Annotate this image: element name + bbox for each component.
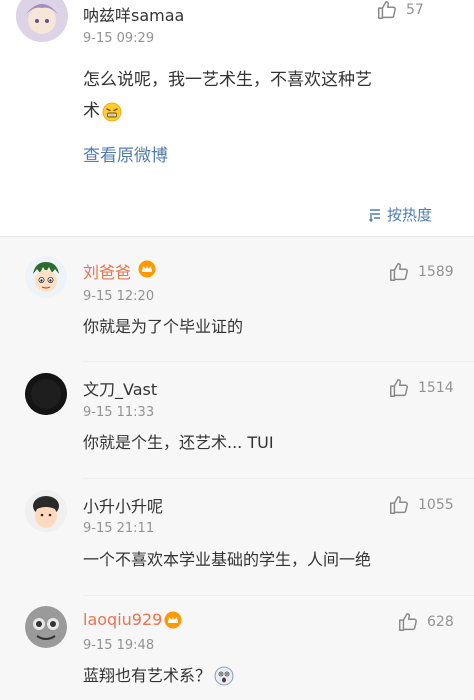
comment-text: 怎么说呢，我一艺术生，不喜欢这种艺 术	[83, 65, 473, 127]
sort-label: 按热度	[387, 206, 433, 224]
timestamp: 9-15 19:48	[83, 638, 155, 653]
avatar[interactable]	[25, 373, 67, 415]
divider	[83, 595, 474, 596]
divider	[83, 361, 474, 362]
timestamp: 9-15 21:11	[83, 521, 155, 536]
avatar[interactable]	[25, 490, 67, 532]
thumbs-up-icon	[390, 263, 408, 281]
avatar[interactable]	[16, 0, 68, 42]
thumbs-up-icon	[390, 379, 408, 397]
view-original-link[interactable]: 查看原微博	[83, 141, 168, 166]
comment-text-line-2: 术	[83, 101, 100, 121]
vip-crown-icon	[138, 260, 156, 278]
comment-text-body: 蓝翔也有艺术系？	[83, 666, 212, 685]
like-count: 628	[427, 614, 454, 630]
username[interactable]: 文刀_Vast	[83, 376, 157, 400]
sort-by-heat-button[interactable]: 按热度	[368, 204, 432, 225]
comment-text: 一个不喜欢本学业基础的学生，人间一绝	[83, 550, 372, 569]
divider	[83, 478, 474, 479]
like-count: 1514	[418, 380, 454, 396]
like-button[interactable]: 1055	[388, 494, 454, 516]
timestamp: 9-15 12:20	[83, 289, 155, 304]
comment-text: 蓝翔也有艺术系？	[83, 660, 234, 691]
like-count: 1589	[418, 264, 454, 280]
avatar[interactable]	[25, 256, 67, 298]
username[interactable]: laoqiu929	[83, 610, 162, 629]
thumbs-up-icon	[378, 1, 396, 19]
thumbs-up-icon	[390, 496, 408, 514]
sort-icon	[369, 208, 380, 222]
like-button[interactable]: 628	[397, 611, 454, 633]
comment-text-line-1: 怎么说呢，我一艺术生，不喜欢这种艺	[83, 70, 372, 90]
avatar[interactable]	[25, 606, 67, 648]
thumbs-up-icon	[399, 613, 417, 631]
top-comment: 呐兹咩samaa 9-15 09:29 57 怎么说呢，我一艺术生，不喜欢这种艺…	[0, 0, 474, 236]
scared-face-emoji-icon	[214, 666, 234, 685]
username[interactable]: 呐兹咩samaa	[83, 2, 184, 26]
grimace-emoji-icon	[102, 102, 122, 121]
timestamp: 9-15 09:29	[83, 31, 155, 46]
comment-text: 你就是为了个毕业证的	[83, 317, 244, 336]
like-count: 57	[406, 2, 424, 18]
like-button[interactable]: 57	[376, 0, 424, 21]
like-count: 1055	[418, 497, 454, 513]
like-button[interactable]: 1589	[388, 261, 454, 283]
username[interactable]: 刘爸爸	[83, 259, 131, 283]
like-button[interactable]: 1514	[388, 377, 454, 399]
timestamp: 9-15 11:33	[83, 405, 155, 420]
comment-text: 你就是个生，还艺术... TUI	[83, 433, 274, 452]
divider	[0, 236, 474, 237]
username[interactable]: 小升小升呢	[83, 493, 163, 517]
vip-crown-icon	[164, 611, 182, 629]
